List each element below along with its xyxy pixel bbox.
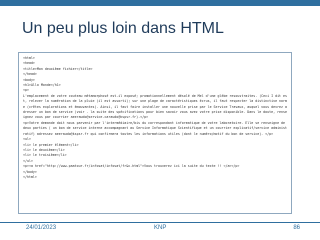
html-code-box: <html> <head> <title>Mon deuxième fichie… [18,52,292,214]
footer-date: 24/01/2023 [26,225,57,231]
footer-author: KNP [154,225,167,231]
footer-divider [0,222,320,223]
top-accent-bar [0,0,320,6]
code-paragraph: <p>Votre demande doit nous parvenir par … [23,120,288,136]
footer-page-number: 86 [293,225,300,231]
code-line: </html> [23,174,37,179]
slide: Un peu plus loin dans HTML <html> <head>… [0,0,320,240]
code-paragraph: L'emplacement de votre couteau métamorph… [23,93,287,120]
slide-title: Un peu plus loin dans HTML [22,20,224,37]
